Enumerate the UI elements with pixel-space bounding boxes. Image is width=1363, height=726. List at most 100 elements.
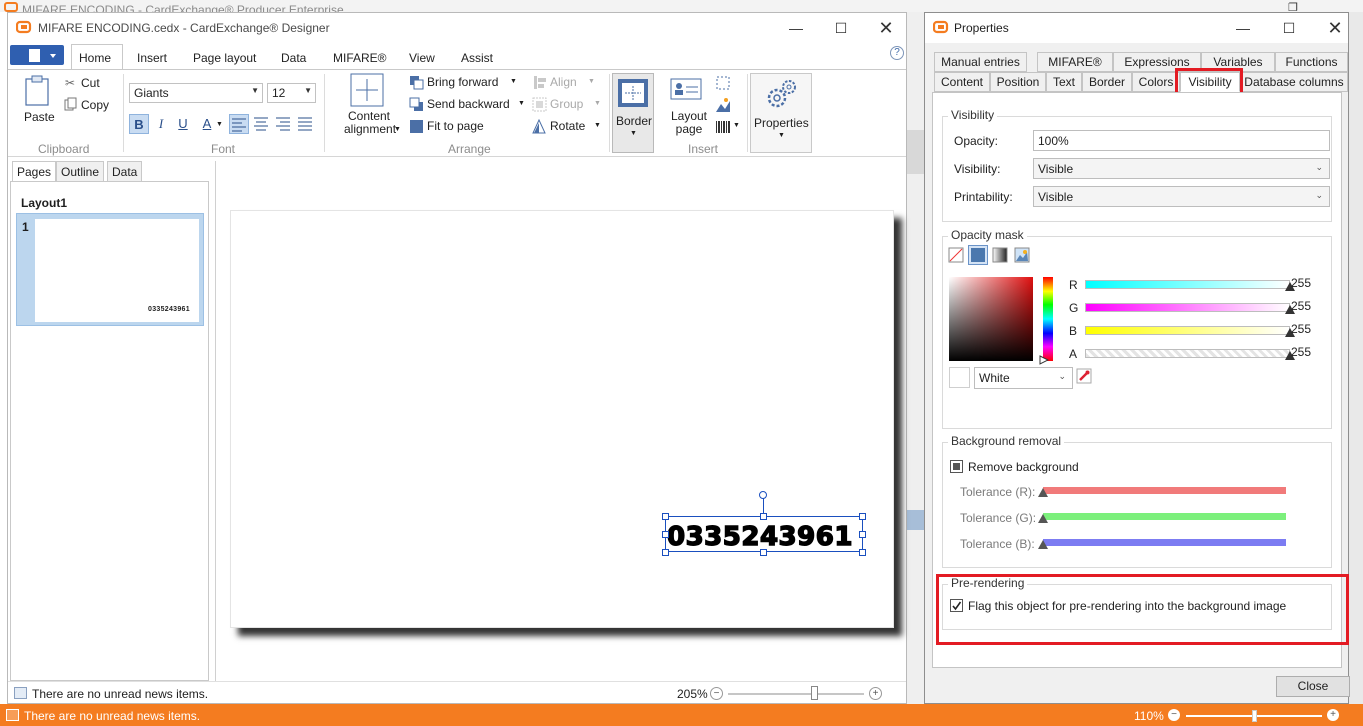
tab-data[interactable]: Data (281, 51, 306, 65)
tab-insert[interactable]: Insert (137, 51, 167, 65)
tolerance-b-thumb[interactable] (1038, 540, 1048, 549)
underline-button[interactable]: U (173, 114, 193, 134)
align-right-icon[interactable] (274, 114, 294, 134)
font-size-select[interactable]: 12 ▼ (267, 83, 316, 103)
tolerance-b-slider[interactable] (1043, 539, 1286, 546)
chevron-down-icon[interactable]: ▼ (594, 122, 601, 129)
paste-icon[interactable] (24, 75, 52, 107)
align-left-icon[interactable] (229, 114, 249, 134)
align-button[interactable]: Align (550, 75, 577, 89)
insert-shape-icon[interactable] (715, 75, 731, 91)
news-icon[interactable] (14, 687, 27, 699)
resize-handle[interactable] (662, 513, 669, 520)
tab-content[interactable]: Content (934, 72, 990, 92)
channel-a-slider[interactable] (1085, 349, 1290, 358)
background-news-text[interactable]: There are no unread news items. (24, 709, 200, 723)
copy-button[interactable]: Copy (81, 98, 109, 112)
fit-to-page-button[interactable]: Fit to page (427, 119, 484, 133)
zoom-out-button[interactable]: − (710, 687, 723, 700)
restore-icon[interactable]: ❐ (1288, 1, 1298, 12)
layout-page-icon[interactable] (670, 78, 702, 100)
design-canvas[interactable]: 0335243961 (215, 161, 906, 681)
tab-functions[interactable]: Functions (1275, 52, 1348, 72)
tab-colors[interactable]: Colors (1132, 72, 1180, 92)
content-alignment-icon[interactable] (350, 73, 384, 107)
resize-handle[interactable] (859, 513, 866, 520)
background-window-scrollbar[interactable] (1349, 12, 1363, 704)
italic-button[interactable]: I (151, 114, 171, 134)
tab-mifare[interactable]: MIFARE® (333, 51, 387, 65)
resize-handle[interactable] (760, 513, 767, 520)
font-color-button[interactable]: A (197, 114, 217, 134)
rotate-button[interactable]: Rotate (550, 119, 585, 133)
close-button[interactable]: Close (1276, 676, 1350, 697)
tab-text[interactable]: Text (1046, 72, 1082, 92)
tolerance-g-slider[interactable] (1043, 513, 1286, 520)
opacity-input[interactable]: 100% (1033, 130, 1330, 151)
solid-mask-icon[interactable] (968, 245, 988, 265)
tab-position[interactable]: Position (990, 72, 1046, 92)
bring-forward-button[interactable]: Bring forward (427, 75, 498, 89)
tab-outline[interactable]: Outline (56, 161, 105, 182)
hue-thumb[interactable] (1039, 355, 1049, 365)
zoom-slider-thumb[interactable] (1252, 710, 1257, 722)
chevron-down-icon[interactable]: ▼ (216, 121, 223, 128)
hue-slider[interactable] (1043, 277, 1053, 361)
resize-handle[interactable] (859, 531, 866, 538)
font-family-select[interactable]: Giants ▼ (129, 83, 263, 103)
tab-assist[interactable]: Assist (461, 51, 493, 65)
visibility-select[interactable]: Visible ⌄ (1033, 158, 1330, 179)
align-center-icon[interactable] (252, 114, 272, 134)
properties-button[interactable]: Properties ▼ (750, 73, 812, 153)
help-icon[interactable]: ? (890, 46, 904, 60)
justify-icon[interactable] (296, 114, 316, 134)
copy-icon[interactable] (64, 97, 78, 111)
tab-database-columns[interactable]: Database columns (1240, 72, 1348, 92)
zoom-slider-thumb[interactable] (811, 686, 818, 700)
tab-manual-entries[interactable]: Manual entries (934, 52, 1027, 72)
content-alignment-button[interactable]: Content alignment (344, 110, 396, 136)
group-button[interactable]: Group (550, 97, 583, 111)
rotation-handle[interactable] (759, 491, 767, 499)
resize-handle[interactable] (859, 549, 866, 556)
eyedropper-icon[interactable] (1076, 368, 1092, 384)
tab-props-mifare[interactable]: MIFARE® (1037, 52, 1113, 72)
remove-background-checkbox[interactable] (950, 460, 963, 473)
tab-page-layout[interactable]: Page layout (193, 51, 256, 65)
gradient-mask-icon[interactable] (992, 247, 1008, 263)
image-mask-icon[interactable] (1014, 247, 1030, 263)
bold-button[interactable]: B (129, 114, 149, 134)
color-name-select[interactable]: White ⌄ (974, 367, 1073, 389)
printability-select[interactable]: Visible ⌄ (1033, 186, 1330, 207)
layout-page-button[interactable]: Layout page (668, 110, 710, 136)
no-mask-icon[interactable] (948, 247, 964, 263)
card-layout[interactable] (230, 210, 894, 628)
color-spectrum-picker[interactable] (949, 277, 1033, 361)
paste-button[interactable]: Paste (24, 110, 55, 124)
maximize-button[interactable]: ☐ (1266, 13, 1312, 43)
close-window-button[interactable]: ✕ (1312, 13, 1358, 43)
channel-r-slider[interactable] (1085, 280, 1290, 289)
tab-border[interactable]: Border (1082, 72, 1132, 92)
zoom-out-button[interactable]: − (1168, 709, 1180, 721)
send-backward-button[interactable]: Send backward (427, 97, 510, 111)
designer-news-text[interactable]: There are no unread news items. (32, 687, 208, 701)
minimize-button[interactable]: — (1220, 13, 1266, 43)
resize-handle[interactable] (662, 549, 669, 556)
chevron-down-icon[interactable]: ▼ (510, 78, 517, 85)
zoom-in-button[interactable]: + (1327, 709, 1339, 721)
resize-handle[interactable] (662, 531, 669, 538)
zoom-in-button[interactable]: + (869, 687, 882, 700)
tolerance-r-thumb[interactable] (1038, 488, 1048, 497)
cut-icon[interactable]: ✂ (65, 76, 75, 90)
page-thumbnail[interactable]: 1 0335243961 (16, 213, 204, 326)
insert-image-icon[interactable] (715, 97, 731, 113)
news-icon[interactable] (6, 709, 19, 721)
tolerance-r-slider[interactable] (1043, 487, 1286, 494)
minimize-button[interactable]: — (773, 13, 819, 43)
tab-pages[interactable]: Pages (12, 161, 57, 182)
tab-view[interactable]: View (409, 51, 435, 65)
chevron-down-icon[interactable]: ▼ (733, 122, 740, 129)
chevron-down-icon[interactable]: ▼ (394, 126, 401, 133)
channel-g-slider[interactable] (1085, 303, 1290, 312)
